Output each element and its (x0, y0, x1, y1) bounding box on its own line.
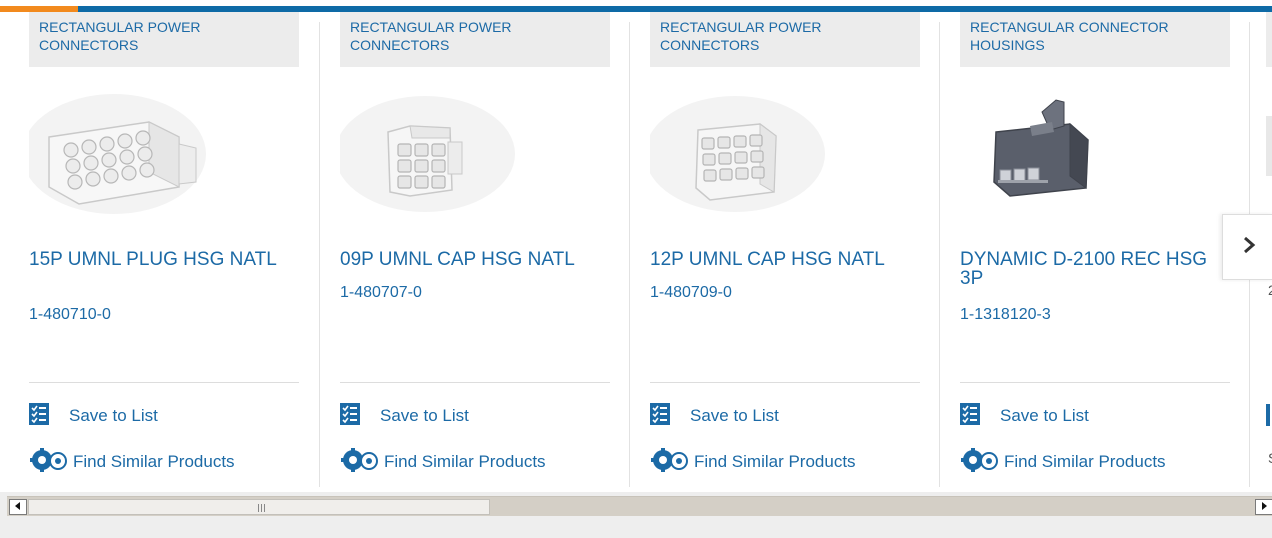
checklist-icon (29, 402, 49, 430)
grip-icon (258, 504, 265, 512)
product-card: RECTANGULAR POWER CONNECTORS 12P UMNL CA… (650, 12, 920, 492)
triangle-right-icon (1260, 498, 1268, 516)
gears-icon (340, 447, 380, 477)
product-category (1266, 12, 1272, 67)
gears-icon (960, 447, 1000, 477)
save-to-list-label: Save to List (690, 406, 779, 425)
save-to-list-button[interactable]: Save to List (650, 402, 779, 430)
product-image (1266, 116, 1272, 176)
save-to-list-button[interactable]: Save to List (340, 402, 469, 430)
card-divider (629, 22, 630, 487)
product-card: RECTANGULAR POWER CONNECTORS 09P UMNL CA… (340, 12, 610, 492)
product-category[interactable]: RECTANGULAR POWER CONNECTORS (29, 12, 299, 67)
save-to-list-label: Save to List (1000, 406, 1089, 425)
find-similar-products-button[interactable]: Find Similar Products (960, 447, 1166, 477)
find-similar-products-button[interactable]: Find Similar Products (650, 447, 856, 477)
product-card: RECTANGULAR POWER CONNECTORS 15P UMNL PL… (29, 12, 299, 492)
divider (960, 382, 1230, 383)
card-divider (319, 22, 320, 487)
scroll-right-button[interactable] (1255, 499, 1272, 515)
find-similar-products-label: Find Similar Products (694, 452, 856, 471)
part-number[interactable]: 1-480709-0 (650, 284, 910, 302)
horizontal-scrollbar[interactable] (7, 496, 1272, 516)
part-number[interactable]: 1-1318120-3 (960, 306, 1220, 324)
part-number[interactable]: 1-480710-0 (29, 306, 289, 324)
save-to-list-label: Save to List (380, 406, 469, 425)
checklist-icon (650, 402, 670, 430)
product-title[interactable]: DYNAMIC D-2100 REC HSG 3P (960, 250, 1230, 288)
product-image[interactable] (650, 92, 830, 222)
partial-text: 2 (1268, 282, 1272, 298)
find-similar-products-label: Find Similar Products (1004, 452, 1166, 471)
save-to-list-button[interactable]: Save to List (29, 402, 158, 430)
chevron-right-icon (1242, 236, 1256, 259)
product-category[interactable]: RECTANGULAR POWER CONNECTORS (650, 12, 920, 67)
find-similar-products-button[interactable]: Find Similar Products (29, 447, 235, 477)
product-category[interactable]: RECTANGULAR POWER CONNECTORS (340, 12, 610, 67)
scroll-left-button[interactable] (9, 499, 27, 515)
product-card: RECTANGULAR CONNECTOR HOUSINGS DYNAMIC D… (960, 12, 1230, 492)
product-image[interactable] (29, 92, 209, 222)
checklist-icon (960, 402, 980, 430)
find-similar-products-label: Find Similar Products (73, 452, 235, 471)
product-category[interactable]: RECTANGULAR CONNECTOR HOUSINGS (960, 12, 1230, 67)
part-number[interactable]: 1-480707-0 (340, 284, 600, 302)
find-similar-products-label: Find Similar Products (384, 452, 546, 471)
divider (29, 382, 299, 383)
scrollbar-thumb[interactable] (28, 499, 490, 515)
card-divider (939, 22, 940, 487)
gears-icon (650, 447, 690, 477)
find-similar-products-button[interactable]: Find Similar Products (340, 447, 546, 477)
product-title[interactable]: 15P UMNL PLUG HSG NATL (29, 250, 299, 269)
product-image[interactable] (960, 92, 1140, 222)
divider (340, 382, 610, 383)
product-title[interactable]: 12P UMNL CAP HSG NATL (650, 250, 920, 269)
triangle-left-icon (14, 498, 22, 516)
checklist-icon (340, 402, 360, 430)
product-carousel: RECTANGULAR POWER CONNECTORS 15P UMNL PL… (0, 0, 1272, 492)
save-to-list-label: Save to List (69, 406, 158, 425)
product-image[interactable] (340, 92, 520, 222)
carousel-next-button[interactable] (1222, 214, 1272, 280)
gears-icon (29, 447, 69, 477)
checklist-icon (1266, 404, 1270, 426)
save-to-list-button[interactable]: Save to List (960, 402, 1089, 430)
divider (650, 382, 920, 383)
partial-text: S (1268, 450, 1272, 466)
product-title[interactable]: 09P UMNL CAP HSG NATL (340, 250, 610, 269)
